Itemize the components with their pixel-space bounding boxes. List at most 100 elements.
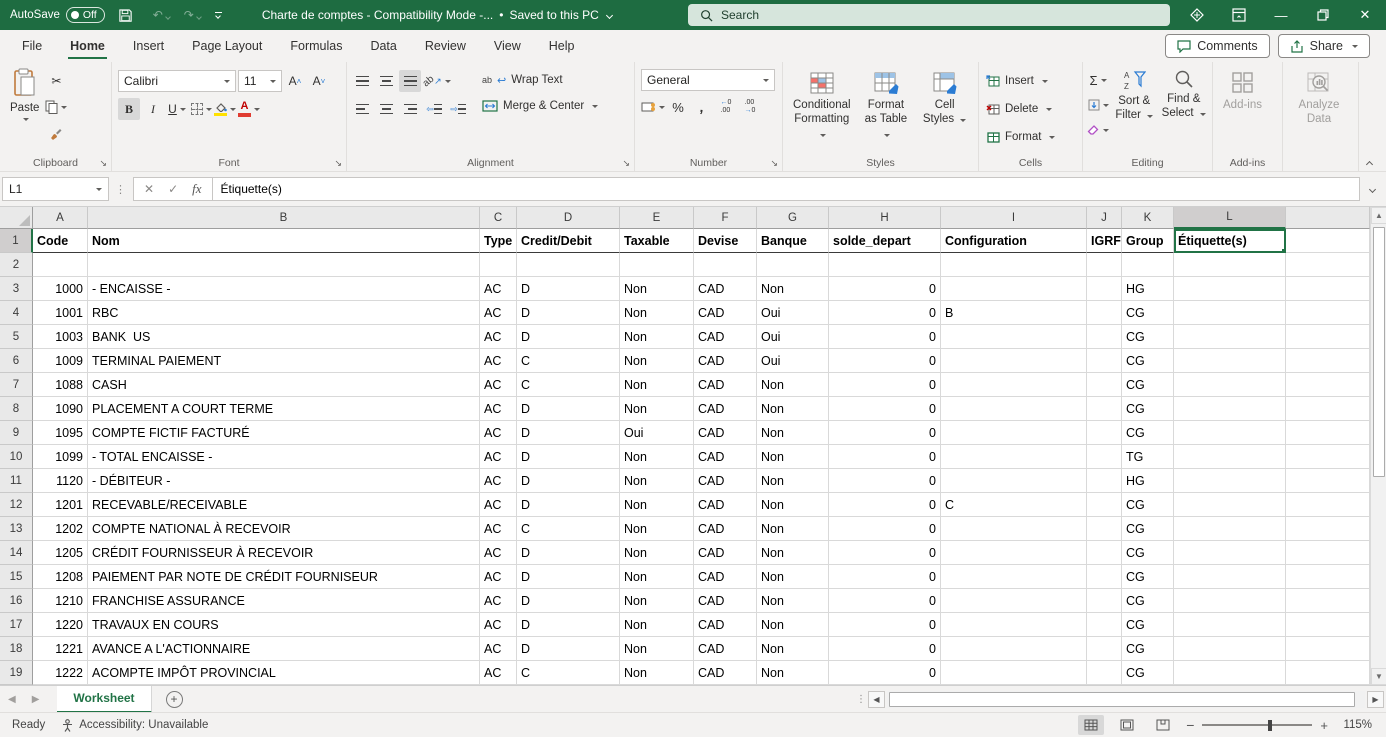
column-header-H[interactable]: H: [829, 207, 941, 229]
decrease-font-size-button[interactable]: A˅: [308, 70, 330, 92]
cell-K19[interactable]: CG: [1122, 661, 1174, 685]
cell-C1[interactable]: Type: [480, 229, 517, 253]
cell-H5[interactable]: 0: [829, 325, 941, 349]
document-title-area[interactable]: Charte de comptes - Compatibility Mode -…: [262, 8, 612, 22]
formula-input[interactable]: Étiquette(s): [213, 177, 1360, 201]
cell-styles-button[interactable]: Cell Styles: [915, 66, 974, 132]
normal-view-button[interactable]: [1078, 715, 1104, 735]
row-header-13[interactable]: 13: [0, 517, 33, 541]
cell-C15[interactable]: AC: [480, 565, 517, 589]
tab-page-layout[interactable]: Page Layout: [178, 30, 276, 62]
tab-data[interactable]: Data: [356, 30, 410, 62]
cell-L3[interactable]: [1174, 277, 1286, 301]
cell-I9[interactable]: [941, 421, 1087, 445]
cell-I16[interactable]: [941, 589, 1087, 613]
cell-D5[interactable]: D: [517, 325, 620, 349]
conditional-formatting-button[interactable]: Conditional Formatting: [787, 66, 857, 146]
cell-G11[interactable]: Non: [757, 469, 829, 493]
cell-filler-1[interactable]: [1286, 229, 1370, 253]
zoom-level[interactable]: 115%: [1338, 719, 1372, 731]
cell-K9[interactable]: CG: [1122, 421, 1174, 445]
sort-filter-button[interactable]: AZ Sort & Filter: [1109, 66, 1160, 126]
cell-A10[interactable]: 1099: [33, 445, 88, 469]
cell-E14[interactable]: Non: [620, 541, 694, 565]
cell-J8[interactable]: [1087, 397, 1122, 421]
cell-L1[interactable]: Étiquette(s): [1174, 229, 1286, 253]
cell-A13[interactable]: 1202: [33, 517, 88, 541]
cell-G2[interactable]: [757, 253, 829, 277]
cell-B7[interactable]: CASH: [88, 373, 480, 397]
tab-help[interactable]: Help: [535, 30, 589, 62]
underline-button[interactable]: U: [166, 98, 188, 120]
cell-L7[interactable]: [1174, 373, 1286, 397]
column-header-F[interactable]: F: [694, 207, 757, 229]
row-header-12[interactable]: 12: [0, 493, 33, 517]
cell-K15[interactable]: CG: [1122, 565, 1174, 589]
cell-L9[interactable]: [1174, 421, 1286, 445]
increase-indent-button[interactable]: ⇨: [447, 98, 469, 120]
cell-D9[interactable]: D: [517, 421, 620, 445]
column-header-L[interactable]: L: [1174, 207, 1286, 229]
cell-D3[interactable]: D: [517, 277, 620, 301]
cell-A7[interactable]: 1088: [33, 373, 88, 397]
row-header-4[interactable]: 4: [0, 301, 33, 325]
row-header-18[interactable]: 18: [0, 637, 33, 661]
cell-D16[interactable]: D: [517, 589, 620, 613]
row-header-2[interactable]: 2: [0, 253, 33, 277]
cell-E9[interactable]: Oui: [620, 421, 694, 445]
cell-D13[interactable]: C: [517, 517, 620, 541]
scroll-up-icon[interactable]: ▲: [1371, 207, 1386, 224]
cell-G6[interactable]: Oui: [757, 349, 829, 373]
cell-J19[interactable]: [1087, 661, 1122, 685]
cell-K17[interactable]: CG: [1122, 613, 1174, 637]
font-color-button[interactable]: A: [238, 98, 260, 120]
cell-K18[interactable]: CG: [1122, 637, 1174, 661]
cell-E10[interactable]: Non: [620, 445, 694, 469]
cell-filler-13[interactable]: [1286, 517, 1370, 541]
cell-C10[interactable]: AC: [480, 445, 517, 469]
cell-I1[interactable]: Configuration: [941, 229, 1087, 253]
cell-C18[interactable]: AC: [480, 637, 517, 661]
cell-A14[interactable]: 1205: [33, 541, 88, 565]
row-header-1[interactable]: 1: [0, 229, 33, 253]
delete-cells-button[interactable]: Delete: [983, 98, 1058, 120]
comments-button[interactable]: Comments: [1165, 34, 1269, 58]
row-header-3[interactable]: 3: [0, 277, 33, 301]
paste-button[interactable]: Paste: [4, 66, 45, 126]
tab-review[interactable]: Review: [411, 30, 480, 62]
cell-A18[interactable]: 1221: [33, 637, 88, 661]
cell-filler-10[interactable]: [1286, 445, 1370, 469]
cell-filler-5[interactable]: [1286, 325, 1370, 349]
font-dialog-launcher[interactable]: ↘: [334, 158, 342, 169]
cell-D1[interactable]: Credit/Debit: [517, 229, 620, 253]
vertical-scroll-thumb[interactable]: [1373, 227, 1385, 477]
cell-J16[interactable]: [1087, 589, 1122, 613]
cell-G1[interactable]: Banque: [757, 229, 829, 253]
enter-formula-icon[interactable]: ✓: [168, 182, 178, 196]
cell-J4[interactable]: [1087, 301, 1122, 325]
cell-A6[interactable]: 1009: [33, 349, 88, 373]
row-header-10[interactable]: 10: [0, 445, 33, 469]
cell-H6[interactable]: 0: [829, 349, 941, 373]
bold-button[interactable]: B: [118, 98, 140, 120]
cell-F14[interactable]: CAD: [694, 541, 757, 565]
cell-E5[interactable]: Non: [620, 325, 694, 349]
cell-filler-15[interactable]: [1286, 565, 1370, 589]
cell-A11[interactable]: 1120: [33, 469, 88, 493]
cell-G19[interactable]: Non: [757, 661, 829, 685]
cell-K3[interactable]: HG: [1122, 277, 1174, 301]
cell-C4[interactable]: AC: [480, 301, 517, 325]
format-as-table-button[interactable]: Format as Table: [857, 66, 916, 146]
cell-B18[interactable]: AVANCE A L'ACTIONNAIRE: [88, 637, 480, 661]
formula-bar-splitter[interactable]: ⋮: [109, 183, 133, 196]
cell-F12[interactable]: CAD: [694, 493, 757, 517]
cell-J3[interactable]: [1087, 277, 1122, 301]
scroll-down-icon[interactable]: ▼: [1371, 668, 1386, 685]
cell-J15[interactable]: [1087, 565, 1122, 589]
cell-E8[interactable]: Non: [620, 397, 694, 421]
cell-B14[interactable]: CRÉDIT FOURNISSEUR À RECEVOIR: [88, 541, 480, 565]
cell-F16[interactable]: CAD: [694, 589, 757, 613]
cell-G12[interactable]: Non: [757, 493, 829, 517]
cell-K6[interactable]: CG: [1122, 349, 1174, 373]
cell-C3[interactable]: AC: [480, 277, 517, 301]
